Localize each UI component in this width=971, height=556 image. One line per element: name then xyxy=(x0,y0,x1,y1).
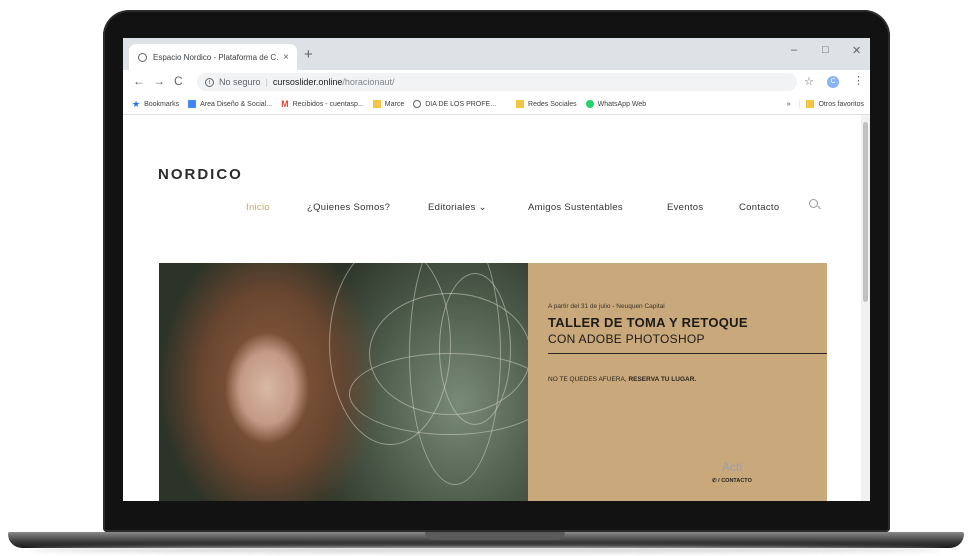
site-logo[interactable]: NORDICO xyxy=(158,166,243,183)
bookmark-label: Redes Sociales xyxy=(528,100,577,108)
bookmark-star-icon[interactable]: ☆ xyxy=(804,75,814,88)
browser-toolbar: ← → C i No seguro | cursoslider.online /… xyxy=(123,70,870,94)
activation-watermark: Acti xyxy=(722,460,743,474)
bookmark-item[interactable]: Redes Sociales xyxy=(516,100,577,108)
hero-cta: NO TE QUEDES AFUERA, RESERVA TU LUGAR. xyxy=(548,376,696,383)
nav-amigos-sustentables[interactable]: Amigos Sustentables xyxy=(528,202,623,213)
tab-strip: Espacio Nordico - Plataforma de C… × + –… xyxy=(123,38,870,70)
star-icon: ★ xyxy=(132,99,141,109)
bookmark-label: Bookmarks xyxy=(144,100,180,108)
hero-cta-prefix: NO TE QUEDES AFUERA, xyxy=(548,376,627,383)
bookmark-item[interactable]: WhatsApp Web xyxy=(585,100,647,108)
hero-divider xyxy=(548,353,827,354)
hero-contact-link[interactable]: ✆ / CONTACTO xyxy=(712,478,752,484)
close-window-button[interactable]: ✕ xyxy=(852,44,861,57)
hero-panel: A partir del 31 de julio - Neuquen Capit… xyxy=(528,263,827,501)
info-icon[interactable]: i xyxy=(205,77,214,87)
scrollbar-thumb[interactable] xyxy=(863,122,868,302)
whatsapp-icon xyxy=(585,100,594,108)
bookmark-label: WhatsApp Web xyxy=(597,100,647,108)
close-tab-icon[interactable]: × xyxy=(283,52,289,63)
folder-icon xyxy=(806,100,815,108)
maximize-button[interactable]: □ xyxy=(822,44,829,56)
bookmark-item[interactable]: Area Diseño & Social... xyxy=(188,100,272,108)
folder-icon xyxy=(372,100,381,108)
reload-button[interactable]: C xyxy=(174,74,183,88)
nav-eventos[interactable]: Eventos xyxy=(667,202,703,213)
bookmark-label: Area Diseño & Social... xyxy=(200,100,273,108)
bookmark-item[interactable]: ★ Bookmarks xyxy=(132,99,180,109)
globe-icon xyxy=(138,52,147,62)
tab-title: Espacio Nordico - Plataforma de C… xyxy=(153,52,280,62)
docs-icon xyxy=(188,100,197,108)
other-bookmarks[interactable]: Otros favoritos xyxy=(818,101,864,108)
bookmarks-divider: | xyxy=(798,100,801,108)
minimize-button[interactable]: – xyxy=(791,44,797,56)
hero-cta-bold: RESERVA TU LUGAR. xyxy=(628,376,697,383)
address-host: cursoslider.online xyxy=(272,77,343,87)
forward-button[interactable]: → xyxy=(153,74,165,88)
nav-inicio[interactable]: Inicio xyxy=(246,202,270,213)
nav-quienes-somos[interactable]: ¿Quienes Somos? xyxy=(307,202,390,213)
bookmark-item[interactable]: M Recibidos - cuentasp... xyxy=(281,99,364,109)
menu-kebab-icon[interactable]: ⋮ xyxy=(853,74,864,87)
search-icon[interactable] xyxy=(809,199,818,208)
address-separator: | xyxy=(265,77,268,87)
folder-icon xyxy=(516,100,525,108)
security-label: No seguro xyxy=(219,77,261,87)
bookmark-label: Marce xyxy=(384,100,405,108)
gmail-icon: M xyxy=(281,99,289,109)
profile-avatar[interactable]: C xyxy=(827,76,839,88)
address-path: /horacionaut/ xyxy=(342,77,395,87)
nav-contacto[interactable]: Contacto xyxy=(739,202,779,213)
bookmarks-right: » | Otros favoritos xyxy=(787,94,864,114)
hero-kicker: A partir del 31 de julio - Neuquen Capit… xyxy=(548,303,665,310)
laptop-notch xyxy=(425,532,565,540)
back-button[interactable]: ← xyxy=(133,74,145,88)
address-bar[interactable]: i No seguro | cursoslider.online /horaci… xyxy=(197,73,797,91)
laptop-shadow xyxy=(30,547,942,553)
web-page: NORDICO Inicio ¿Quienes Somos? Editorial… xyxy=(123,115,861,501)
nav-editoriales[interactable]: Editoriales ⌄ xyxy=(428,202,487,213)
laptop-screen: Espacio Nordico - Plataforma de C… × + –… xyxy=(123,38,870,501)
bookmarks-bar: ★ Bookmarks Area Diseño & Social... M Re… xyxy=(123,94,870,115)
hero-image xyxy=(159,263,528,501)
hero-subtitle: CON ADOBE PHOTOSHOP xyxy=(548,332,705,346)
browser-tab[interactable]: Espacio Nordico - Plataforma de C… × xyxy=(129,44,297,70)
hero-title: TALLER DE TOMA Y RETOQUE xyxy=(548,315,748,330)
bookmarks-overflow-button[interactable]: » xyxy=(787,101,791,108)
bookmark-label: DIA DE LOS PROFE... xyxy=(425,100,497,108)
new-tab-button[interactable]: + xyxy=(304,46,313,63)
globe-icon xyxy=(413,100,422,108)
bookmark-item[interactable]: DIA DE LOS PROFE... xyxy=(413,100,496,108)
bookmark-item[interactable]: Marce xyxy=(372,100,405,108)
bookmark-label: Recibidos - cuentasp... xyxy=(292,100,364,108)
